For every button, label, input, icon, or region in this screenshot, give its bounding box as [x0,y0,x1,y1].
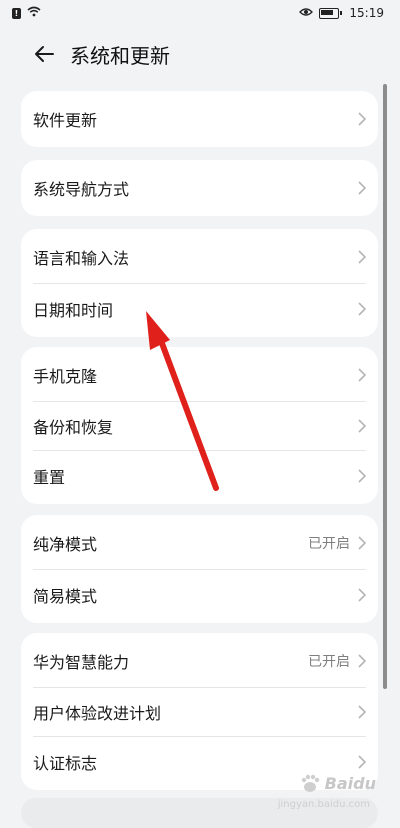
wifi-icon [27,6,41,20]
row-pure-mode[interactable]: 纯净模式 已开启 [21,515,378,569]
row-label: 用户体验改进计划 [33,703,162,723]
chevron-right-icon [358,418,366,433]
arrow-left-icon [35,46,54,62]
watermark-sub: jingyan.baidu.com [277,799,370,810]
row-label: 纯净模式 [33,535,98,554]
row-user-experience-program[interactable]: 用户体验改进计划 [21,687,378,736]
row-label: 软件更新 [33,111,98,130]
row-label: 华为智慧能力 [33,653,130,672]
page-title: 系统和更新 [70,43,170,68]
chevron-right-icon [358,755,366,769]
status-time: 15:19 [349,6,384,20]
row-system-navigation[interactable]: 系统导航方式 [21,160,378,216]
back-button[interactable] [24,34,64,74]
chevron-right-icon [358,536,366,550]
chevron-right-icon [358,250,366,264]
settings-group-4: 手机克隆 备份和恢复 重置 [21,347,378,504]
chevron-right-icon [358,302,366,316]
chevron-right-icon [358,588,366,602]
chevron-right-icon [358,181,366,195]
row-label: 简易模式 [33,587,98,606]
row-label: 日期和时间 [33,301,114,320]
settings-group-1: 软件更新 [21,91,378,147]
eye-icon [299,6,314,20]
chevron-right-icon [358,469,366,483]
header: 系统和更新 [0,26,400,82]
alert-icon: ! [12,7,21,19]
row-label: 备份和恢复 [33,417,114,437]
row-label: 语言和输入法 [33,249,130,268]
row-simple-mode[interactable]: 简易模式 [21,569,378,623]
settings-group-2: 系统导航方式 [21,160,378,216]
row-label: 系统导航方式 [33,180,130,199]
settings-group-5: 纯净模式 已开启 简易模式 [21,515,378,623]
chevron-right-icon [358,112,366,126]
chevron-right-icon [358,704,366,719]
settings-group-3: 语言和输入法 日期和时间 [21,229,378,337]
row-label: 重置 [33,468,66,487]
row-language-input[interactable]: 语言和输入法 [21,229,378,283]
row-status-value: 已开启 [308,654,350,670]
row-status-value: 已开启 [308,536,350,552]
status-bar: ! 15:19 [0,0,400,26]
paw-icon [301,774,319,792]
row-software-update[interactable]: 软件更新 [21,91,378,147]
chevron-right-icon [358,368,366,382]
status-right: 15:19 [299,6,400,20]
row-reset[interactable]: 重置 [21,450,378,504]
status-left: ! [0,6,41,20]
scrollbar[interactable] [383,84,387,689]
row-date-time[interactable]: 日期和时间 [21,283,378,337]
row-label: 认证标志 [33,754,98,773]
watermark-brand: Baidu [324,773,376,793]
watermark: Baidu [299,772,376,794]
battery-icon [319,7,343,19]
row-phone-clone[interactable]: 手机克隆 [21,347,378,401]
chevron-right-icon [358,654,366,668]
settings-group-6: 华为智慧能力 已开启 用户体验改进计划 认证标志 [21,633,378,790]
row-backup-restore[interactable]: 备份和恢复 [21,401,378,450]
row-huawei-intelligence[interactable]: 华为智慧能力 已开启 [21,633,378,687]
row-label: 手机克隆 [33,367,98,386]
